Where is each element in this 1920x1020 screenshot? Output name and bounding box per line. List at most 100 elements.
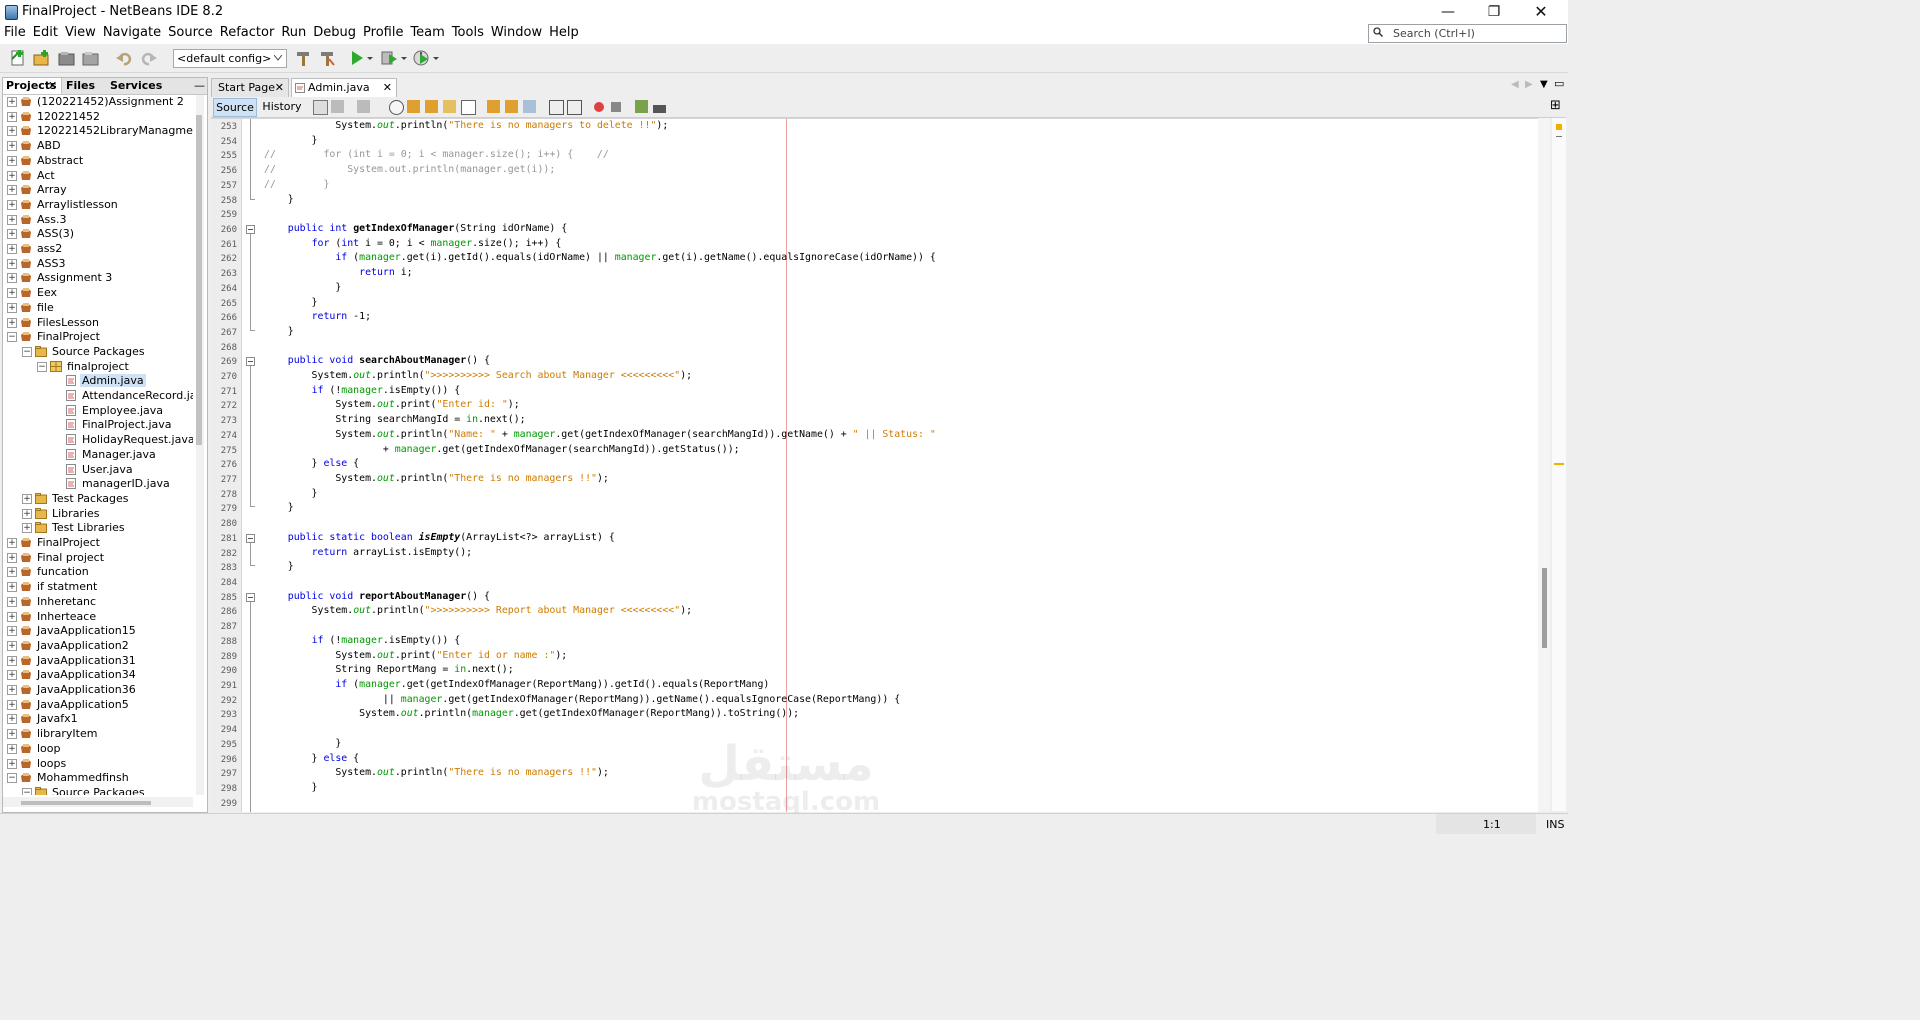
tree-item[interactable]: − finalproject xyxy=(3,360,193,374)
fold-toggle[interactable] xyxy=(246,357,255,366)
hammer-icon[interactable] xyxy=(294,49,312,67)
tree-item[interactable]: AttendanceRecord.java xyxy=(3,389,193,403)
expand-icon[interactable]: + xyxy=(7,258,17,269)
minimize-button[interactable]: — xyxy=(1425,2,1471,22)
back-icon[interactable] xyxy=(331,100,344,113)
tree-item[interactable]: + Test Libraries xyxy=(3,521,193,535)
editor-scroll-thumb[interactable] xyxy=(1542,568,1547,648)
profile-icon[interactable] xyxy=(412,49,430,67)
find-previous-icon[interactable] xyxy=(407,100,420,113)
menu-view[interactable]: View xyxy=(61,24,99,40)
split-editor-icon[interactable]: ⊞ xyxy=(1550,98,1561,113)
expand-icon[interactable]: + xyxy=(7,655,17,666)
tree-item[interactable]: + Javafx1 xyxy=(3,712,193,726)
toggle-rect-select-icon[interactable] xyxy=(461,100,476,115)
new-project-icon[interactable] xyxy=(32,49,50,67)
tree-item[interactable]: User.java xyxy=(3,463,193,477)
scroll-tabs-left-icon[interactable]: ◀ xyxy=(1511,79,1519,90)
tree-item[interactable]: Manager.java xyxy=(3,448,193,462)
tree-item[interactable]: + ASS(3) xyxy=(3,227,193,241)
minimize-panel-icon[interactable]: — xyxy=(191,78,206,94)
tree-item[interactable]: + loops xyxy=(3,757,193,771)
toggle-highlight-icon[interactable] xyxy=(443,100,456,113)
new-file-icon[interactable] xyxy=(9,49,27,67)
tree-item[interactable]: − Source Packages xyxy=(3,786,193,795)
expand-icon[interactable]: + xyxy=(7,611,17,622)
warning-marker[interactable] xyxy=(1554,463,1564,465)
menu-team[interactable]: Team xyxy=(406,24,447,40)
tree-item[interactable]: + Ass.3 xyxy=(3,213,193,227)
expand-icon[interactable]: + xyxy=(7,244,17,254)
stop-macro-icon[interactable] xyxy=(611,102,621,112)
tree-item[interactable]: + funcation xyxy=(3,565,193,579)
tab-admin-java[interactable]: Admin.java ✕ xyxy=(291,78,397,97)
tree-item[interactable]: + JavaApplication36 xyxy=(3,683,193,697)
tree-item[interactable]: + FinalProject xyxy=(3,536,193,550)
next-bookmark-icon[interactable] xyxy=(505,100,518,113)
tree-item[interactable]: − Source Packages xyxy=(3,345,193,359)
expand-icon[interactable]: + xyxy=(7,567,17,578)
tree-item[interactable]: + (120221452)Assignment 2 xyxy=(3,95,193,109)
expand-icon[interactable]: + xyxy=(22,523,32,534)
expand-icon[interactable]: + xyxy=(7,273,17,284)
tree-item[interactable]: + JavaApplication34 xyxy=(3,668,193,682)
tree-scrollbar[interactable] xyxy=(196,95,204,795)
menu-navigate[interactable]: Navigate xyxy=(99,24,164,40)
tab-files[interactable]: Files xyxy=(63,78,106,94)
expand-icon[interactable]: + xyxy=(7,126,17,137)
collapse-icon[interactable]: − xyxy=(37,361,47,372)
tab-start-page[interactable]: Start Page ✕ xyxy=(211,78,289,97)
menu-window[interactable]: Window xyxy=(487,24,545,40)
menu-refactor[interactable]: Refactor xyxy=(216,24,278,40)
expand-icon[interactable]: + xyxy=(7,758,17,769)
expand-icon[interactable]: + xyxy=(22,508,32,519)
redo-icon[interactable] xyxy=(140,49,158,67)
undo-icon[interactable] xyxy=(115,49,133,67)
tree-item[interactable]: + Final project xyxy=(3,551,193,565)
tree-item[interactable]: + Libraries xyxy=(3,507,193,521)
tree-item[interactable]: − Mohammedfinsh xyxy=(3,771,193,785)
tree-item[interactable]: FinalProject.java xyxy=(3,418,193,432)
tree-horizontal-thumb[interactable] xyxy=(21,801,151,805)
last-edit-icon[interactable] xyxy=(313,100,328,115)
config-select[interactable]: <default config> xyxy=(173,49,287,68)
tree-item[interactable]: +120221452 xyxy=(3,110,193,124)
search-input[interactable]: Search (Ctrl+I) xyxy=(1368,24,1567,43)
expand-icon[interactable]: + xyxy=(7,170,17,181)
shift-right-icon[interactable] xyxy=(567,100,582,115)
expand-icon[interactable]: + xyxy=(7,626,17,637)
tree-item[interactable]: + ASS3 xyxy=(3,257,193,271)
menu-file[interactable]: File xyxy=(0,24,29,40)
expand-icon[interactable]: + xyxy=(7,714,17,725)
close-icon[interactable]: ✕ xyxy=(383,79,392,97)
find-next-icon[interactable] xyxy=(425,100,438,113)
tree-item[interactable]: + JavaApplication15 xyxy=(3,624,193,638)
expand-icon[interactable]: + xyxy=(7,699,17,710)
tree-item[interactable]: + loop xyxy=(3,742,193,756)
tab-source[interactable]: Source xyxy=(213,98,257,117)
expand-icon[interactable]: + xyxy=(7,670,17,681)
tree-item[interactable]: + Arraylistlesson xyxy=(3,198,193,212)
expand-icon[interactable]: + xyxy=(7,185,17,196)
tree-item[interactable]: HolidayRequest.java xyxy=(3,433,193,447)
uncomment-icon[interactable] xyxy=(653,105,666,113)
tree-item[interactable]: managerID.java xyxy=(3,477,193,491)
tree-item[interactable]: + JavaApplication2 xyxy=(3,639,193,653)
tab-services[interactable]: Services xyxy=(107,78,170,94)
expand-icon[interactable]: + xyxy=(22,493,32,504)
expand-icon[interactable]: + xyxy=(7,111,17,122)
tree-item[interactable]: + Inherteace xyxy=(3,610,193,624)
expand-icon[interactable]: + xyxy=(7,552,17,563)
clean-build-icon[interactable] xyxy=(318,49,336,67)
close-window-button[interactable]: ✕ xyxy=(1518,2,1564,22)
restore-button[interactable]: ❐ xyxy=(1471,2,1517,22)
editor-scrollbar[interactable] xyxy=(1538,118,1550,811)
menu-help[interactable]: Help xyxy=(545,24,582,40)
scroll-tabs-right-icon[interactable]: ▶ xyxy=(1525,79,1533,90)
tree-item[interactable]: + Abstract xyxy=(3,154,193,168)
tree-item[interactable]: + FilesLesson xyxy=(3,316,193,330)
tree-item[interactable]: + Inheretanc xyxy=(3,595,193,609)
tree-item[interactable]: + file xyxy=(3,301,193,315)
menu-debug[interactable]: Debug xyxy=(309,24,359,40)
expand-icon[interactable]: + xyxy=(7,199,17,210)
